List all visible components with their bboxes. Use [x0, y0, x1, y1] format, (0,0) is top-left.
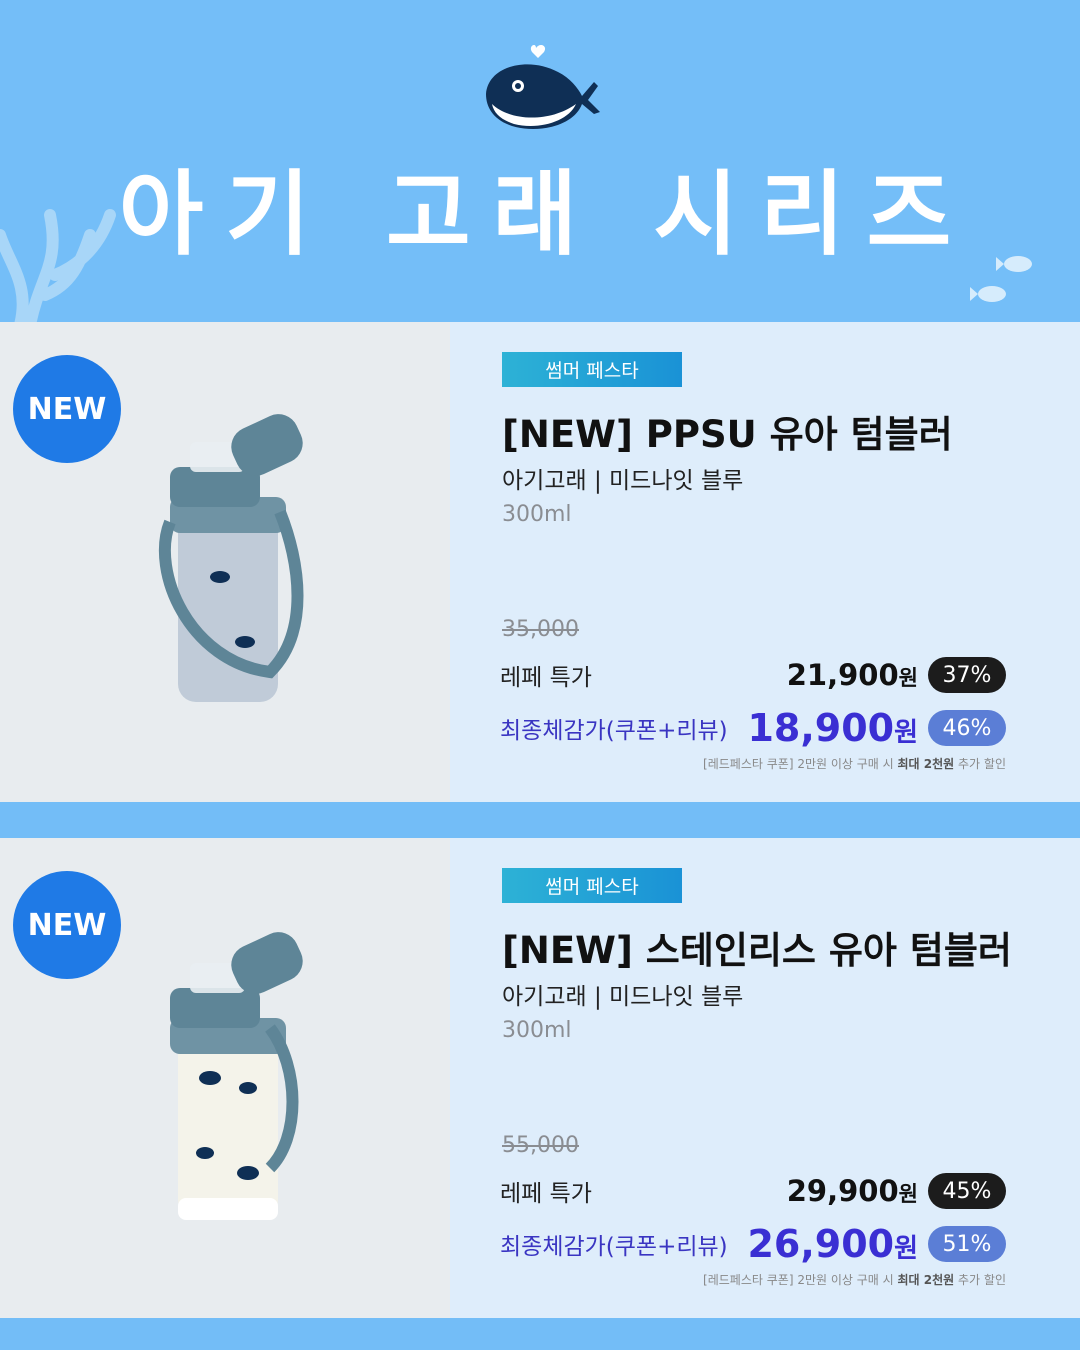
header-banner: 아기 고래 시리즈	[0, 0, 1080, 322]
final-price-label: 최종체감가(쿠폰+리뷰)	[500, 1234, 728, 1260]
final-price: 26,900원	[747, 1222, 918, 1266]
whale-logo-icon	[486, 45, 600, 130]
final-price-row: 최종체감가(쿠폰+리뷰) 26,900원 51%	[500, 1222, 1006, 1266]
final-price: 18,900원	[747, 706, 918, 750]
coupon-note: [레드페스타 쿠폰] 2만원 이상 구매 시 최대 2천원 추가 할인	[703, 1273, 1006, 1287]
product-info-panel: 썸머 페스타 [NEW] PPSU 유아 텀블러 아기고래 | 미드나잇 블루 …	[450, 322, 1080, 802]
product-volume: 300ml	[502, 502, 572, 527]
page-title: 아기 고래 시리즈	[118, 161, 974, 268]
stainless-tumbler-image	[170, 932, 303, 1220]
new-badge: NEW	[13, 355, 121, 463]
product-name[interactable]: [NEW] PPSU 유아 텀블러	[502, 404, 953, 458]
coupon-note: [레드페스타 쿠폰] 2만원 이상 구매 시 최대 2천원 추가 할인	[703, 757, 1006, 771]
special-price: 29,900원	[786, 1174, 918, 1208]
special-price-row: 레페 특가 29,900원 45%	[500, 1171, 1006, 1211]
product-image-panel: NEW	[0, 322, 450, 802]
product-subtitle: 아기고래 | 미드나잇 블루	[502, 468, 744, 494]
original-price: 55,000	[502, 1133, 579, 1158]
final-discount-badge: 46%	[928, 710, 1006, 746]
product-name[interactable]: [NEW] 스테인리스 유아 텀블러	[502, 920, 1012, 974]
special-discount-badge: 45%	[928, 1173, 1006, 1209]
final-price-row: 최종체감가(쿠폰+리뷰) 18,900원 46%	[500, 706, 1006, 750]
product-subtitle: 아기고래 | 미드나잇 블루	[502, 984, 744, 1010]
product-info-panel: 썸머 페스타 [NEW] 스테인리스 유아 텀블러 아기고래 | 미드나잇 블루…	[450, 838, 1080, 1318]
special-price: 21,900원	[786, 658, 918, 692]
product-volume: 300ml	[502, 1018, 572, 1043]
special-discount-badge: 37%	[928, 657, 1006, 693]
fish-icon	[970, 256, 1032, 302]
original-price: 35,000	[502, 617, 579, 642]
promo-tag: 썸머 페스타	[502, 868, 682, 903]
promo-tag: 썸머 페스타	[502, 352, 682, 387]
product-card-ppsu[interactable]: NEW 썸머 페스타 [NEW] PPSU 유아 텀블러 아기고래 | 미드나잇…	[0, 322, 1080, 802]
coral-icon	[0, 209, 116, 322]
new-badge: NEW	[13, 871, 121, 979]
special-price-label: 레페 특가	[500, 1181, 592, 1207]
final-price-label: 최종체감가(쿠폰+리뷰)	[500, 718, 728, 744]
product-image-panel: NEW	[0, 838, 450, 1318]
special-price-label: 레페 특가	[500, 665, 592, 691]
final-discount-badge: 51%	[928, 1226, 1006, 1262]
product-card-stainless[interactable]: NEW 썸머 페스타 [NEW] 스테인리스 유아 텀블러 아기고래 | 미드나…	[0, 838, 1080, 1318]
special-price-row: 레페 특가 21,900원 37%	[500, 655, 1006, 695]
ppsu-tumbler-image	[158, 414, 304, 702]
